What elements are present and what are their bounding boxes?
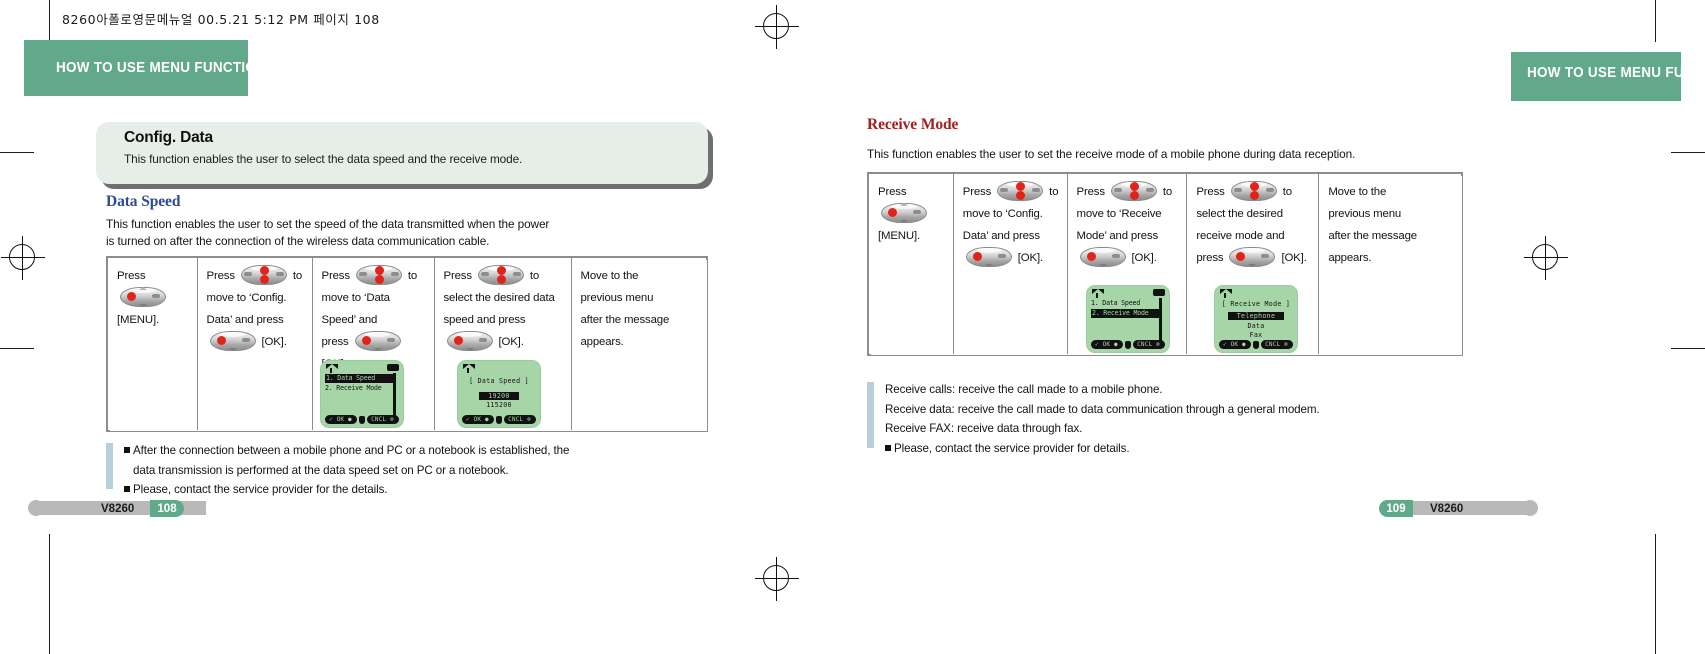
data-speed-paragraph-line2: is turned on after the connection of the…: [106, 234, 490, 248]
section-header-left-label: HOW TO USE MENU FUNCTIONS: [56, 60, 276, 76]
bullet-square-icon: [124, 486, 130, 492]
section-header-right: HOW TO USE MENU FUNCTIONS: [1511, 52, 1705, 94]
note-line: Please, contact the service provider for…: [894, 441, 1130, 455]
note-lines: After the connection between a mobile ph…: [124, 441, 569, 500]
lcd-softkey-bar: ✓ OK ● CNCL ⊗: [321, 414, 403, 425]
page-left: HOW TO USE MENU FUNCTIONS Config. Data T…: [0, 0, 800, 654]
footer-model-right: V8260: [1430, 503, 1464, 515]
center-key-icon: [359, 415, 365, 424]
ok-key-icon: [1229, 247, 1276, 267]
note-line: Receive calls: receive the call made to …: [885, 383, 1163, 396]
lcd-softkey-bar: ✓ OK ● CNCL ⊗: [1215, 339, 1297, 350]
section-header-right-label: HOW TO USE MENU FUNCTIONS: [1527, 65, 1705, 81]
note-line: Receive data: receive the call made to d…: [885, 402, 1320, 416]
signal-icon: [463, 364, 476, 373]
step-cell-5: Move to the previous menu after the mess…: [580, 270, 670, 348]
header-rule-right: [1511, 94, 1681, 101]
section-header-left: HOW TO USE MENU FUNCTIONS: [24, 40, 275, 96]
signal-icon: [1220, 289, 1233, 298]
step-cell-5: Move to the previous menu after the mess…: [1328, 186, 1417, 264]
softkey-ok[interactable]: ✓ OK ●: [1219, 340, 1251, 349]
step-cell-2: Press to move to ‘Config. Data’ and pres…: [197, 258, 313, 430]
lcd-screen-config-data-menu: 1. Data Speed 2. Receive Mode ✓ OK ● CNC…: [1086, 285, 1170, 353]
footer-page-label: 109: [1386, 502, 1406, 515]
center-key-icon: [496, 415, 502, 424]
data-speed-paragraph-line1: This function enables the user to set th…: [106, 217, 550, 231]
bullet-square-icon: [124, 447, 130, 453]
battery-icon: [1153, 289, 1165, 296]
note-line: data transmission is performed at the da…: [133, 463, 509, 477]
ok-key-icon: [209, 331, 256, 351]
softkey-cancel[interactable]: CNCL ⊗: [504, 415, 536, 424]
lcd-list-item[interactable]: 2. Receive Mode: [1091, 309, 1159, 318]
note-line: Please, contact the service provider for…: [133, 483, 388, 496]
footer-bar-right: [1400, 501, 1530, 515]
updown-key-icon: [1110, 181, 1157, 201]
lcd-list-item[interactable]: 115200: [458, 401, 540, 409]
step-cell-1: Press [MENU].: [869, 174, 954, 354]
center-key-icon: [1125, 340, 1131, 349]
softkey-ok[interactable]: ✓ OK ●: [1091, 340, 1123, 349]
softkey-ok[interactable]: ✓ OK ●: [462, 415, 494, 424]
note-line: After the connection between a mobile ph…: [133, 444, 570, 457]
lcd-list-item[interactable]: Data: [1215, 322, 1297, 330]
updown-key-icon: [355, 265, 402, 285]
footer-page-label: 108: [157, 502, 177, 515]
manual-spread: 8260아폴로영문메뉴얼 00.5.21 5:12 PM 페이지 108 HOW…: [0, 0, 1705, 654]
footer-pagenum-left: 108: [150, 500, 184, 517]
data-speed-steps-table: Press [MENU]. Press to move to ‘Config. …: [108, 258, 706, 430]
ok-key-icon: [965, 247, 1012, 267]
lcd-list-item[interactable]: 1. Data Speed: [1091, 299, 1140, 308]
footer-pagenum-right: 109: [1379, 500, 1413, 517]
note-accent-bar: [106, 443, 113, 489]
bullet-square-icon: [885, 444, 891, 451]
lcd-list-item[interactable]: Fax: [1215, 331, 1297, 339]
lcd-screen-config-data-menu: 1. Data Speed 2. Receive Mode ✓ OK ● CNC…: [320, 360, 404, 428]
ok-key-icon: [446, 331, 493, 351]
lcd-list-item[interactable]: 1. Data Speed: [325, 374, 393, 383]
note-accent-bar: [867, 382, 874, 448]
updown-key-icon: [997, 181, 1044, 201]
note-line: Receive FAX: receive data through fax.: [885, 422, 1083, 435]
updown-key-icon: [477, 265, 524, 285]
callout-title: Config. Data: [124, 129, 213, 146]
lcd-screen-title: [ Receive Mode ]: [1221, 300, 1291, 308]
softkey-cancel[interactable]: CNCL ⊗: [367, 415, 399, 424]
softkey-cancel[interactable]: CNCL ⊗: [1133, 340, 1165, 349]
lcd-screen-data-speed-list: [ Data Speed ] 19200 115200 ✓ OK ● CNCL …: [457, 360, 541, 428]
lcd-softkey-bar: ✓ OK ● CNCL ⊗: [1087, 339, 1169, 350]
lcd-list-item[interactable]: Telephone: [1215, 312, 1297, 320]
signal-icon: [1092, 289, 1105, 298]
menu-key-icon: [881, 203, 927, 223]
footer-model-left: V8260: [101, 503, 135, 515]
updown-key-icon: [240, 265, 287, 285]
ok-key-icon: [354, 331, 401, 351]
signal-icon: [326, 364, 339, 373]
softkey-ok[interactable]: ✓ OK ●: [325, 415, 357, 424]
ok-key-icon: [1079, 247, 1126, 267]
step-cell-1: Press [MENU].: [108, 258, 198, 430]
lcd-screen-receive-mode-list: [ Receive Mode ] Telephone Data Fax ✓ OK…: [1214, 285, 1298, 353]
receive-mode-paragraph: This function enables the user to set th…: [867, 147, 1356, 161]
note-lines: Receive calls: receive the call made to …: [885, 380, 1320, 458]
lcd-screen-title: [ Data Speed ]: [469, 377, 529, 385]
receive-mode-heading: Receive Mode: [867, 116, 959, 133]
lcd-softkey-bar: ✓ OK ● CNCL ⊗: [458, 414, 540, 425]
step-cell-2: Press to move to ‘Config. Data’ and pres…: [953, 174, 1068, 354]
footer-cap-right: [1522, 500, 1538, 516]
menu-key-icon: [120, 287, 166, 307]
callout-description: This function enables the user to select…: [124, 152, 523, 166]
data-speed-heading: Data Speed: [106, 193, 181, 210]
page-right: HOW TO USE MENU FUNCTIONS Receive Mode T…: [800, 0, 1705, 654]
center-key-icon: [1253, 340, 1259, 349]
lcd-list-item[interactable]: 2. Receive Mode: [325, 384, 382, 393]
updown-key-icon: [1230, 181, 1277, 201]
callout-body: Config. Data This function enables the u…: [96, 122, 708, 184]
battery-icon: [387, 364, 399, 371]
config-data-callout: Config. Data This function enables the u…: [96, 122, 713, 189]
softkey-cancel[interactable]: CNCL ⊗: [1261, 340, 1293, 349]
lcd-list-item[interactable]: 19200: [458, 392, 540, 400]
